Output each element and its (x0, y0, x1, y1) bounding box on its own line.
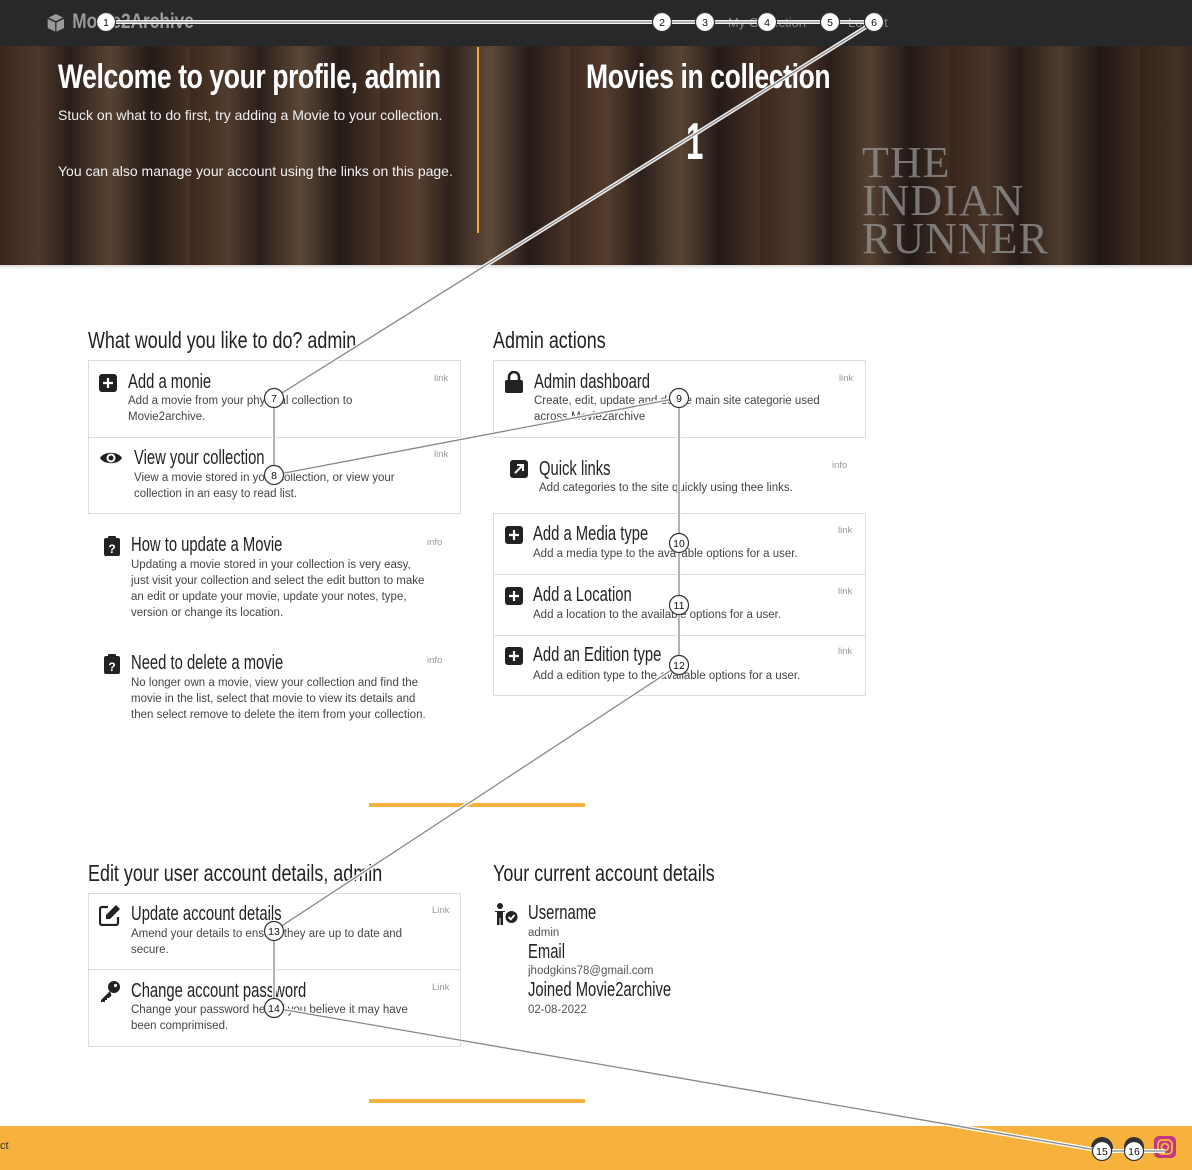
add-location-link[interactable]: Add a Location Add a location to the ava… (494, 575, 865, 635)
view-collection-tag: link (434, 449, 449, 460)
key-icon (101, 981, 120, 1002)
update-movie-tag: info (427, 537, 443, 548)
add-location-title: Add a Location (533, 584, 632, 606)
external-link-icon (510, 460, 528, 478)
delete-movie-desc: No longer own a movie, view your collect… (131, 677, 426, 721)
username-value: admin (528, 927, 560, 939)
collection-title: Movies in collection (586, 58, 831, 96)
update-movie-info: ? How to update a Movie Updating a movie… (89, 528, 460, 628)
add-movie-desc: Add a movie from your physical collectio… (128, 395, 353, 423)
section-divider (369, 1099, 585, 1103)
navbar: Movie2Archive My Collection Logout (0, 0, 1192, 46)
instagram-icon[interactable] (1154, 1136, 1176, 1158)
plus-square-icon (505, 647, 523, 665)
update-account-link[interactable]: Update account details Amend your detail… (89, 894, 460, 969)
admin-dashboard-tag: link (839, 373, 854, 384)
quick-links-desc: Add categories to the site quickly using… (539, 482, 793, 494)
poster-text: THE INDIAN RUNNER (862, 138, 1049, 263)
add-edition-type-link[interactable]: Add an Edition type Add a edition type t… (494, 636, 865, 695)
clipboard-question-icon: ? (104, 654, 120, 674)
view-collection-desc: View a movie stored in your collection, … (134, 472, 395, 500)
view-collection-title: View your collection (134, 447, 265, 469)
joined-value: 02-08-2022 (528, 1004, 587, 1016)
welcome-text-2: You can also manage your account using t… (58, 163, 453, 179)
quick-links-title: Quick links (539, 458, 611, 480)
change-password-link[interactable]: Change account password Change your pass… (89, 970, 460, 1046)
social-link-facebook[interactable] (1091, 1137, 1113, 1159)
add-media-type-link[interactable]: Add a Media type Add a media type to the… (494, 514, 865, 574)
view-collection-link[interactable]: View your collection View a movie stored… (89, 438, 460, 513)
nav-link-logout[interactable]: Logout (848, 15, 888, 30)
account-edit-title: Edit your user account details, admin (88, 860, 383, 886)
svg-text:?: ? (108, 542, 115, 556)
box-logo-icon (47, 14, 65, 32)
admin-dashboard-desc: Create, edit, update and delete main sit… (534, 395, 820, 423)
plus-square-icon (505, 526, 523, 544)
add-movie-link[interactable]: Add a monie Add a movie from your physic… (89, 361, 460, 436)
add-location-desc: Add a location to the available options … (533, 609, 782, 621)
eye-icon (100, 452, 122, 464)
update-movie-title: How to update a Movie (131, 534, 283, 556)
plus-square-icon (99, 374, 117, 392)
admin-dashboard-link[interactable]: Admin dashboard Create, edit, update and… (493, 360, 866, 438)
account-details-title: Your current account details (493, 860, 715, 886)
quick-links-tag: info (832, 460, 848, 471)
collection-count: 1 (686, 113, 704, 171)
add-media-type-title: Add a Media type (533, 523, 649, 545)
email-label: Email (528, 941, 566, 963)
joined-label: Joined Movie2archive (528, 979, 672, 1001)
svg-text:?: ? (108, 660, 115, 674)
add-edition-type-desc: Add a edition type to the available opti… (533, 670, 801, 682)
add-movie-title: Add a monie (128, 371, 212, 393)
admin-dashboard-title: Admin dashboard (534, 371, 651, 393)
github-icon[interactable] (1123, 1136, 1145, 1158)
update-account-tag: Link (432, 905, 450, 916)
add-movie-tag: link (434, 373, 449, 384)
user-actions-title: What would you like to do? admin (88, 327, 357, 353)
delete-movie-tag: info (427, 655, 443, 666)
add-edition-type-tag: link (838, 646, 853, 657)
email-value: jhodgkins78@gmail.com (528, 965, 654, 977)
update-account-desc: Amend your details to ensure they are up… (131, 928, 403, 956)
change-password-title: Change account password (131, 980, 307, 1002)
change-password-tag: Link (432, 982, 450, 993)
delete-movie-title: Need to delete a movie (131, 652, 284, 674)
add-media-type-tag: link (838, 525, 853, 536)
add-location-tag: link (838, 586, 853, 597)
admin-actions-title: Admin actions (493, 327, 606, 353)
plus-square-icon (505, 587, 523, 605)
footer: ct (0, 1126, 1192, 1170)
hero-divider (477, 47, 479, 233)
update-account-title: Update account details (131, 903, 282, 925)
update-movie-desc: Updating a movie stored in your collecti… (131, 559, 425, 619)
lock-icon (505, 371, 523, 393)
brand-name: Movie2Archive (72, 10, 194, 33)
hero-shadow (0, 265, 1192, 269)
user-check-icon (495, 903, 518, 925)
username-label: Username (528, 902, 597, 924)
delete-movie-info: ? Need to delete a movie No longer own a… (89, 646, 460, 746)
edit-icon (99, 905, 120, 926)
change-password-desc: Change your password here if you believe… (131, 1004, 408, 1032)
quick-links-info: Quick links Add categories to the site q… (493, 450, 866, 508)
footer-text: ct (0, 1140, 9, 1152)
clipboard-question-icon: ? (104, 536, 120, 556)
section-divider (369, 803, 585, 807)
welcome-title: Welcome to your profile, admin (58, 58, 441, 96)
add-media-type-desc: Add a media type to the available option… (533, 548, 798, 560)
brand-link[interactable]: Movie2Archive (46, 10, 194, 34)
add-edition-type-title: Add an Edition type (533, 644, 662, 666)
welcome-text-1: Stuck on what to do first, try adding a … (58, 107, 443, 123)
nav-link-collection[interactable]: My Collection (728, 15, 806, 30)
